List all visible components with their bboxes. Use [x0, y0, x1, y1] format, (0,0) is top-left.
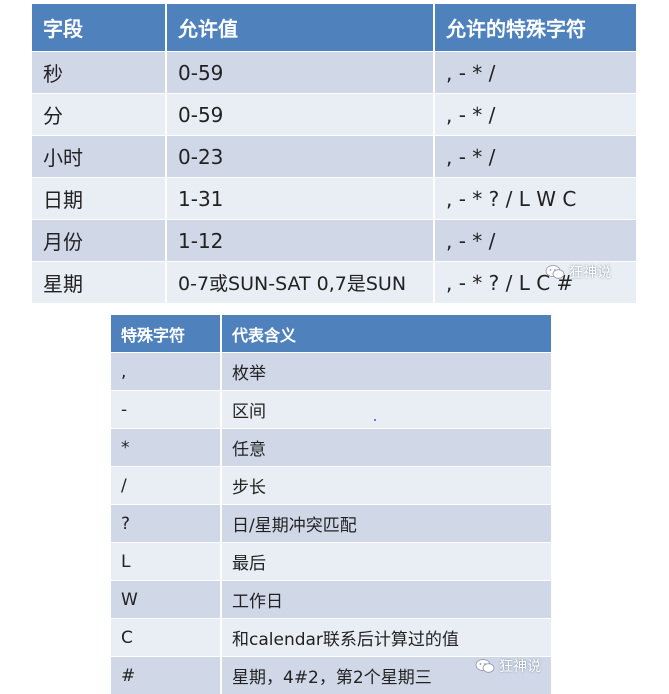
char-meaning: 任意 [221, 429, 551, 467]
field-allowed-values: 0-7或SUN-SAT 0,7是SUN [166, 262, 434, 304]
header-special-char: 特殊字符 [111, 315, 221, 353]
special-char: , [111, 353, 221, 391]
char-meaning: 和calendar联系后计算过的值 [221, 619, 551, 657]
field-allowed-values: 0-23 [166, 136, 434, 178]
table-row: C 和calendar联系后计算过的值 [111, 619, 551, 657]
special-chars-table: 特殊字符 代表含义 , 枚举 - 区间 * 任意 / 步长 ? 日/星期冲突匹配… [111, 315, 551, 694]
special-char: L [111, 543, 221, 581]
table-row: 小时 0-23 , - * / [32, 136, 636, 178]
special-char: W [111, 581, 221, 619]
table-row: - 区间 [111, 391, 551, 429]
table-row: / 步长 [111, 467, 551, 505]
char-meaning: 枚举 [221, 353, 551, 391]
field-name: 小时 [32, 136, 166, 178]
char-meaning: 最后 [221, 543, 551, 581]
watermark-text: 狂神说 [569, 262, 611, 282]
header-meaning: 代表含义 [221, 315, 551, 353]
table-header-row: 字段 允许值 允许的特殊字符 [32, 4, 636, 52]
watermark: 狂神说 [475, 656, 541, 676]
watermark-text: 狂神说 [499, 656, 541, 676]
char-meaning: 步长 [221, 467, 551, 505]
field-allowed-values: 0-59 [166, 52, 434, 94]
stray-dot [374, 419, 376, 421]
field-name: 月份 [32, 220, 166, 262]
table-row: 分 0-59 , - * / [32, 94, 636, 136]
wechat-icon [475, 658, 495, 674]
field-name: 分 [32, 94, 166, 136]
char-meaning: 工作日 [221, 581, 551, 619]
special-char: * [111, 429, 221, 467]
table-row: ? 日/星期冲突匹配 [111, 505, 551, 543]
field-special-chars: , - * ? / L W C [434, 178, 636, 220]
table-row: 秒 0-59 , - * / [32, 52, 636, 94]
field-allowed-values: 1-12 [166, 220, 434, 262]
wechat-icon [545, 264, 565, 280]
field-special-chars: , - * / [434, 94, 636, 136]
field-allowed-values: 0-59 [166, 94, 434, 136]
field-name: 星期 [32, 262, 166, 304]
header-field: 字段 [32, 4, 166, 52]
field-name: 日期 [32, 178, 166, 220]
watermark: 狂神说 [545, 262, 611, 282]
header-allowed-values: 允许值 [166, 4, 434, 52]
special-char: # [111, 657, 221, 694]
special-char: / [111, 467, 221, 505]
char-meaning: 日/星期冲突匹配 [221, 505, 551, 543]
special-char: ? [111, 505, 221, 543]
field-allowed-values: 1-31 [166, 178, 434, 220]
special-char: C [111, 619, 221, 657]
cron-fields-table: 字段 允许值 允许的特殊字符 秒 0-59 , - * / 分 0-59 , -… [32, 4, 636, 303]
header-allowed-special-chars: 允许的特殊字符 [434, 4, 636, 52]
table-row: 日期 1-31 , - * ? / L W C [32, 178, 636, 220]
field-special-chars: , - * / [434, 220, 636, 262]
table-header-row: 特殊字符 代表含义 [111, 315, 551, 353]
char-meaning: 区间 [221, 391, 551, 429]
special-char: - [111, 391, 221, 429]
table-row: , 枚举 [111, 353, 551, 391]
field-special-chars: , - * / [434, 52, 636, 94]
table-row: L 最后 [111, 543, 551, 581]
table-row: * 任意 [111, 429, 551, 467]
table-row: W 工作日 [111, 581, 551, 619]
field-name: 秒 [32, 52, 166, 94]
table-row: 月份 1-12 , - * / [32, 220, 636, 262]
field-special-chars: , - * / [434, 136, 636, 178]
